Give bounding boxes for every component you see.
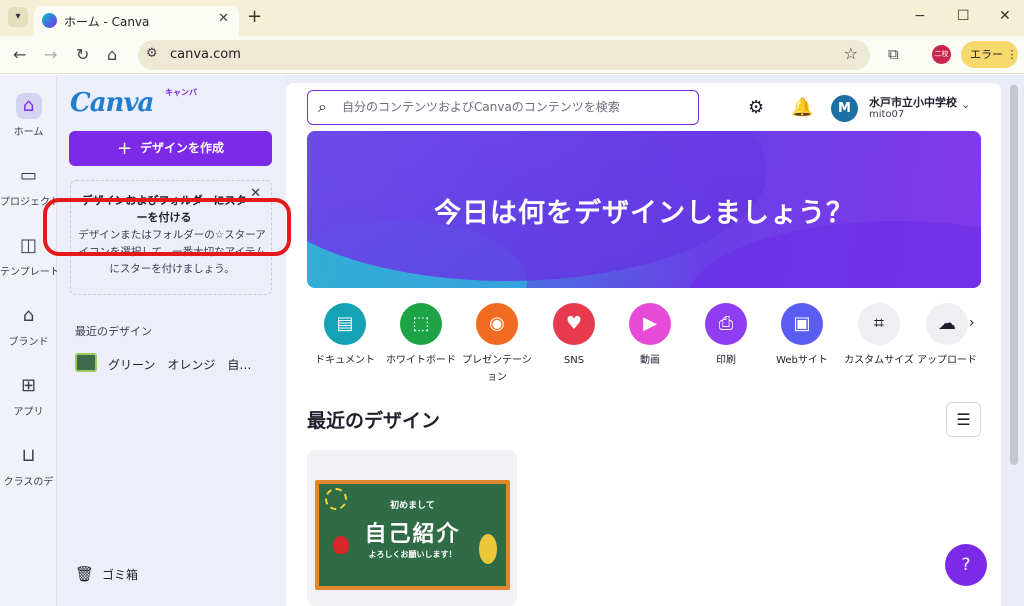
custom-size-icon: ⌗ bbox=[858, 303, 900, 345]
cloud-upload-icon: ☁ bbox=[926, 303, 968, 345]
search-box[interactable]: ⌕ bbox=[307, 90, 699, 125]
heart-icon: ♥ bbox=[553, 303, 595, 345]
design-categories: ▤ ドキュメント ⬚ ホワイトボード ◉ プレゼンテーション ♥ SNS ▶ 動… bbox=[307, 303, 997, 393]
card-line1: 初めまして bbox=[390, 501, 435, 511]
window-maximize-icon[interactable]: ☐ bbox=[957, 8, 970, 24]
profile-avatar[interactable]: 二校 bbox=[932, 45, 951, 64]
template-icon: ◫ bbox=[19, 235, 37, 256]
main-content: ⌕ ⚙ 🔔 M 水戸市立小中学校 mito07 ⌄ 今日は何をデザインしましょう… bbox=[286, 83, 1001, 606]
create-design-label: デザインを作成 bbox=[140, 141, 225, 155]
avatar[interactable]: M bbox=[831, 95, 858, 122]
canva-logo-kana: キャンバ bbox=[165, 88, 197, 97]
apps-icon: ⊞ bbox=[20, 375, 37, 396]
category-website[interactable]: ▣ Webサイト bbox=[764, 303, 840, 369]
scrollbar[interactable] bbox=[1010, 85, 1018, 465]
url-text: canva.com bbox=[170, 47, 241, 62]
settings-gear-icon[interactable]: ⚙ bbox=[748, 97, 764, 118]
error-menu-button[interactable]: エラー ⋮ bbox=[961, 41, 1018, 68]
tab-search-dropdown-icon[interactable]: ▾ bbox=[8, 7, 28, 27]
trash-label: ゴミ箱 bbox=[102, 568, 139, 582]
design-thumbnail bbox=[75, 353, 97, 372]
category-video[interactable]: ▶ 動画 bbox=[612, 303, 688, 369]
browser-tab-bar: ▾ ホーム - Canva ✕ + − ☐ ✕ bbox=[0, 0, 1024, 36]
folder-icon: ▭ bbox=[19, 165, 37, 186]
notification-bell-icon[interactable]: 🔔 bbox=[791, 97, 813, 118]
bookmark-star-icon[interactable]: ☆ bbox=[844, 44, 858, 63]
design-card[interactable]: 初めまして 自己紹介 よろしくお願いします！ bbox=[307, 450, 517, 606]
video-icon: ▶ bbox=[629, 303, 671, 345]
printer-icon: ⎙ bbox=[705, 303, 747, 345]
error-label: エラー bbox=[970, 48, 1003, 61]
recent-designs-heading: 最近のデザイン bbox=[75, 325, 152, 338]
extensions-icon[interactable]: ⧉ bbox=[888, 45, 899, 63]
help-button[interactable]: ? bbox=[945, 544, 987, 586]
search-input[interactable] bbox=[342, 98, 687, 116]
create-design-button[interactable]: + デザインを作成 bbox=[69, 131, 272, 166]
category-document[interactable]: ▤ ドキュメント bbox=[307, 303, 383, 369]
recent-designs-title: 最近のデザイン bbox=[307, 410, 441, 432]
banner-title: 今日は何をデザインしましょう？ bbox=[434, 198, 854, 229]
account-id: mito07 bbox=[869, 109, 905, 120]
window-close-icon[interactable]: ✕ bbox=[999, 8, 1011, 24]
rail-label-home: ホーム bbox=[13, 127, 44, 138]
browser-tab[interactable]: ホーム - Canva ✕ bbox=[34, 6, 239, 36]
category-sns[interactable]: ♥ SNS bbox=[536, 303, 612, 369]
home-icon: ⌂ bbox=[15, 93, 42, 119]
presentation-icon: ◉ bbox=[476, 303, 518, 345]
side-panel: Canva キャンバ + デザインを作成 デザインおよびフォルダーにスターを付ける… bbox=[57, 75, 286, 606]
browser-toolbar: ← → ↻ ⌂ ⚙ canva.com ☆ ⧉ 二校 エラー ⋮ bbox=[0, 36, 1024, 74]
website-icon: ▣ bbox=[781, 303, 823, 345]
rail-item-brand[interactable]: ⌂ ブランド bbox=[0, 303, 57, 348]
pineapple-illustration bbox=[479, 534, 497, 564]
annotation-highlight-box bbox=[43, 198, 291, 256]
rail-label-brand: ブランド bbox=[8, 337, 49, 348]
category-presentation[interactable]: ◉ プレゼンテーション bbox=[459, 303, 535, 386]
reload-icon[interactable]: ↻ bbox=[76, 45, 89, 64]
forward-icon[interactable]: → bbox=[44, 45, 57, 64]
rail-label-class-designs: クラスのデ bbox=[3, 477, 54, 488]
category-upload[interactable]: ☁ アップロード bbox=[917, 303, 977, 369]
brand-kit-icon: ⌂ bbox=[22, 305, 35, 326]
account-name[interactable]: 水戸市立小中学校 bbox=[869, 94, 957, 110]
rail-label-apps: アプリ bbox=[13, 407, 44, 418]
category-whiteboard[interactable]: ⬚ ホワイトボード bbox=[383, 303, 459, 369]
search-icon: ⌕ bbox=[318, 97, 327, 116]
design-thumbnail: 初めまして 自己紹介 よろしくお願いします！ bbox=[315, 480, 510, 590]
category-print[interactable]: ⎙ 印刷 bbox=[688, 303, 764, 369]
rail-item-apps[interactable]: ⊞ アプリ bbox=[0, 373, 57, 418]
back-icon[interactable]: ← bbox=[13, 45, 26, 64]
whiteboard-icon: ⬚ bbox=[400, 303, 442, 345]
category-custom-size[interactable]: ⌗ カスタムサイズ bbox=[841, 303, 917, 369]
chevron-right-icon[interactable]: › bbox=[969, 315, 975, 331]
site-info-icon[interactable]: ⚙ bbox=[146, 46, 158, 61]
canva-app: ⌂ ホーム ▭ プロジェクト ◫ テンプレート ⌂ ブランド ⊞ アプリ ⊔ ク… bbox=[0, 75, 1024, 606]
tulip-illustration bbox=[333, 536, 349, 554]
kebab-menu-icon: ⋮ bbox=[1006, 48, 1018, 61]
trash-link[interactable]: 🗑 ゴミ箱 bbox=[75, 565, 138, 583]
recent-design-item[interactable]: グリーン オレンジ 自… bbox=[75, 352, 275, 374]
list-view-icon[interactable]: ☰ bbox=[946, 402, 981, 437]
rail-item-home[interactable]: ⌂ ホーム bbox=[0, 93, 57, 138]
trash-icon: 🗑 bbox=[75, 565, 95, 583]
tab-close-icon[interactable]: ✕ bbox=[218, 11, 229, 26]
hero-banner: 今日は何をデザインしましょう？ bbox=[307, 131, 981, 288]
rail-item-class-designs[interactable]: ⊔ クラスのデ bbox=[0, 443, 57, 488]
home-icon[interactable]: ⌂ bbox=[107, 45, 117, 64]
canva-favicon-icon bbox=[42, 13, 57, 28]
tab-title: ホーム - Canva bbox=[64, 15, 150, 29]
new-tab-icon[interactable]: + bbox=[247, 6, 262, 27]
address-bar[interactable]: ⚙ canva.com ☆ bbox=[138, 40, 870, 70]
recent-design-name: グリーン オレンジ 自… bbox=[108, 358, 252, 372]
rail-label-templates: テンプレート bbox=[0, 267, 57, 278]
document-icon: ▤ bbox=[324, 303, 366, 345]
chevron-down-icon[interactable]: ⌄ bbox=[961, 98, 970, 111]
window-minimize-icon[interactable]: − bbox=[914, 8, 926, 24]
canva-logo[interactable]: Canva bbox=[70, 88, 154, 118]
left-rail: ⌂ ホーム ▭ プロジェクト ◫ テンプレート ⌂ ブランド ⊞ アプリ ⊔ ク… bbox=[0, 75, 57, 606]
plus-icon: + bbox=[116, 138, 133, 159]
tray-icon: ⊔ bbox=[21, 445, 36, 466]
